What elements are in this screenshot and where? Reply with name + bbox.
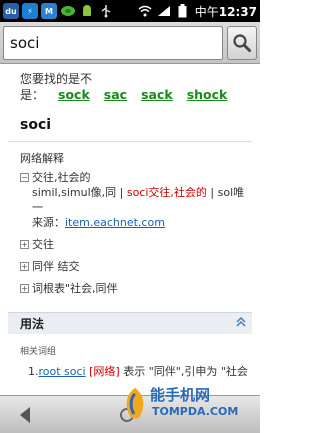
- chevron-up-icon[interactable]: [236, 316, 246, 330]
- suggest-link-sack[interactable]: sack: [141, 87, 173, 102]
- item-number: 1.: [28, 365, 39, 378]
- item-text: 表示 "同伴",引申为 "社会: [119, 365, 248, 378]
- clock: 中午12:37: [194, 4, 257, 19]
- web-entry-collapsed[interactable]: + 词根表"社会,同伴: [0, 274, 260, 296]
- related-link[interactable]: root soci: [39, 365, 86, 378]
- back-button[interactable]: [16, 405, 36, 425]
- expand-icon[interactable]: +: [20, 239, 29, 249]
- search-icon: [233, 34, 251, 52]
- web-entry-collapsed[interactable]: + 交往: [0, 230, 260, 252]
- source-link[interactable]: item.eachnet.com: [65, 216, 165, 229]
- status-right: 中午12:37: [138, 3, 257, 20]
- search-input[interactable]: soci: [3, 26, 223, 60]
- entry-term: 词根表"社会,同伴: [32, 282, 118, 295]
- android-icon: [79, 3, 95, 19]
- spelling-suggestions: 您要找的是不 是： sock sac sack shock: [0, 64, 260, 103]
- leaf-app-icon: [60, 3, 76, 19]
- site-watermark: 能手机网 TOMPDA.COM: [122, 384, 258, 432]
- related-item: 1.root soci [网络] 表示 "同伴",引申为 "社会: [0, 357, 260, 379]
- web-entry-collapsed[interactable]: + 同伴 结交: [0, 252, 260, 274]
- usage-title: 用法: [20, 317, 45, 331]
- maxthon-app-icon: M: [41, 3, 57, 19]
- source-label: 来源：: [32, 216, 65, 229]
- entry-term: 交往: [32, 238, 54, 251]
- definition-content: 您要找的是不 是： sock sac sack shock soci 网络解释 …: [0, 64, 260, 395]
- battery-icon: [176, 4, 190, 18]
- watermark-en: TOMPDA.COM: [152, 405, 239, 418]
- wifi-icon: [138, 4, 152, 18]
- item-tag: [网络]: [89, 365, 120, 378]
- back-arrow-icon: [20, 407, 30, 423]
- usb-icon: [98, 3, 114, 19]
- entry-term: 交往,社会的: [32, 171, 91, 184]
- signal-icon: [157, 4, 171, 18]
- related-phrases-label: 相关词组: [20, 347, 57, 357]
- watermark-logo-icon: [126, 388, 144, 419]
- web-entry-expanded[interactable]: − 交往,社会的 simil,simul像,同 | soci交往,社会的 | s…: [0, 166, 260, 230]
- headword: soci: [20, 117, 52, 133]
- usage-section-header[interactable]: 用法: [8, 312, 252, 334]
- collapse-icon[interactable]: −: [20, 173, 29, 182]
- entry-text: simil,simul像,同 |: [32, 186, 127, 199]
- entry-highlight: soci交往,社会的: [126, 186, 207, 199]
- suggest-link-shock[interactable]: shock: [187, 87, 228, 102]
- search-button[interactable]: [227, 26, 257, 60]
- status-bar: du ⚡ M 中午12:37: [0, 0, 260, 22]
- notification-icons: du ⚡ M: [3, 3, 114, 19]
- search-bar: soci: [0, 22, 260, 64]
- dict-app-icon: du: [3, 3, 19, 19]
- suggest-prompt: 您要找的是不: [20, 72, 93, 86]
- suggest-link-sock[interactable]: sock: [58, 87, 90, 102]
- entry-term: 同伴 结交: [32, 260, 80, 273]
- expand-icon[interactable]: +: [20, 261, 29, 271]
- lightning-app-icon: ⚡: [22, 3, 38, 19]
- watermark-cn: 能手机网: [150, 386, 211, 404]
- expand-icon[interactable]: +: [20, 283, 29, 293]
- suggest-prompt-cont: 是：: [20, 88, 45, 102]
- suggest-link-sac[interactable]: sac: [104, 87, 127, 102]
- web-definitions-title: 网络解释: [20, 152, 64, 165]
